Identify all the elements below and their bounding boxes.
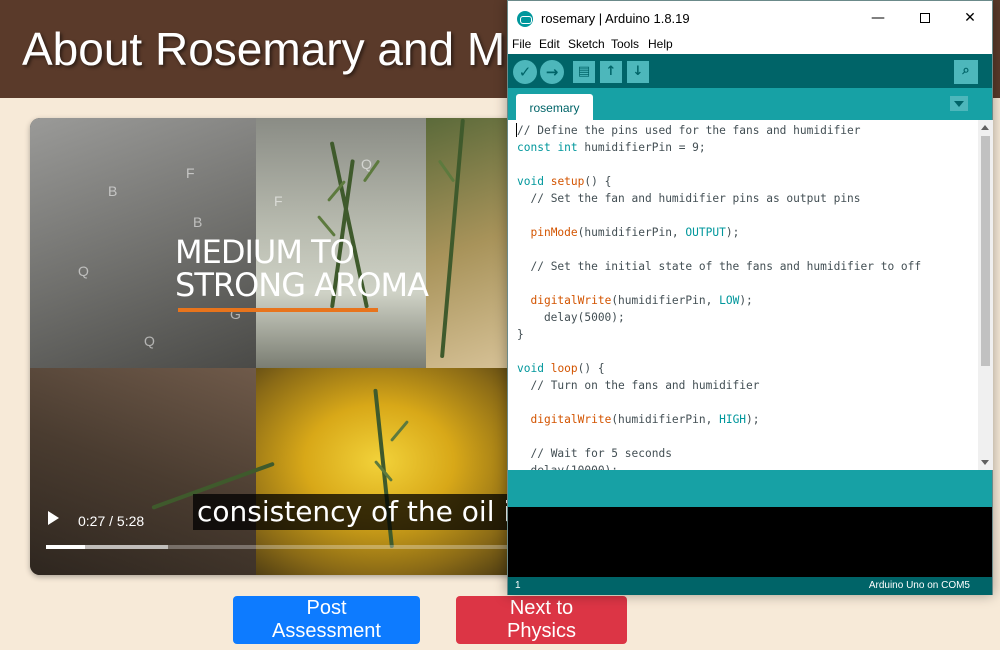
verify-icon[interactable]: ✓ <box>513 60 537 84</box>
maximize-button[interactable] <box>910 7 940 29</box>
code-line: digitalWrite(humidifierPin, HIGH); <box>530 413 760 426</box>
code-line: // Turn on the fans and humidifier <box>530 379 760 392</box>
console-output[interactable] <box>508 507 992 577</box>
arduino-logo-icon <box>517 11 533 27</box>
status-bar: 1 Arduino Uno on COM5 <box>508 577 992 595</box>
video-player[interactable]: B F F B Q Q G Q MEDIUM TO STRONG AROMA c… <box>30 118 530 575</box>
tab-menu-dropdown-icon[interactable] <box>950 96 968 111</box>
video-bg-letter: Q <box>78 263 89 279</box>
new-sketch-icon[interactable]: ▤ <box>573 61 595 83</box>
ide-toolbar: ✓ → ▤ ↑ ↓ ⌕ <box>508 54 992 88</box>
video-bg-letter: Q <box>361 156 372 172</box>
headline-underline <box>178 308 378 312</box>
save-sketch-icon[interactable]: ↓ <box>627 61 649 83</box>
upload-arrow-icon[interactable]: → <box>540 60 564 84</box>
video-bg-letter: F <box>274 193 283 209</box>
video-bg-letter: Q <box>144 333 155 349</box>
video-frame-tile <box>30 368 256 575</box>
serial-monitor-icon[interactable]: ⌕ <box>954 60 978 84</box>
code-line: const int humidifierPin = 9; <box>517 141 706 154</box>
next-to-physics-button[interactable]: Next to Physics <box>456 596 627 644</box>
open-sketch-icon[interactable]: ↑ <box>600 61 622 83</box>
arduino-ide-window[interactable]: rosemary | Arduino 1.8.19 — ✕ File Edit … <box>507 0 993 595</box>
menu-help[interactable]: Help <box>648 37 673 51</box>
code-line: // Define the pins used for the fans and… <box>517 124 861 137</box>
scroll-up-icon[interactable] <box>981 125 989 130</box>
code-line: // Set the initial state of the fans and… <box>530 260 922 273</box>
code-line: void loop() { <box>517 362 605 375</box>
code-line: // Wait for 5 seconds <box>530 447 672 460</box>
video-progress-bar[interactable] <box>46 545 516 549</box>
code-line: void setup() { <box>517 175 612 188</box>
editor-vertical-scrollbar[interactable] <box>978 120 993 470</box>
code-editor[interactable]: // Define the pins used for the fans and… <box>508 120 978 470</box>
minimize-button[interactable]: — <box>863 7 893 29</box>
scrollbar-thumb[interactable] <box>981 136 990 366</box>
page-title: About Rosemary and M <box>22 23 506 75</box>
menu-file[interactable]: File <box>512 37 531 51</box>
code-line: pinMode(humidifierPin, OUTPUT); <box>530 226 740 239</box>
menu-edit[interactable]: Edit <box>539 37 560 51</box>
code-line: digitalWrite(humidifierPin, LOW); <box>530 294 753 307</box>
tab-rosemary[interactable]: rosemary <box>516 94 593 120</box>
current-line-number: 1 <box>515 580 521 591</box>
post-assessment-button[interactable]: Post Assessment <box>233 596 420 644</box>
video-bg-letter: B <box>108 183 118 199</box>
code-line: // Set the fan and humidifier pins as ou… <box>530 192 861 205</box>
code-line: delay(10000); <box>517 462 618 470</box>
code-line: delay(5000); <box>517 311 625 324</box>
message-area <box>508 470 992 507</box>
video-bg-letter: B <box>193 214 203 230</box>
window-title: rosemary | Arduino 1.8.19 <box>541 11 690 26</box>
video-bg-letter: F <box>186 165 195 181</box>
maximize-icon <box>920 13 930 23</box>
close-button[interactable]: ✕ <box>955 7 985 29</box>
sketch-tab-bar: rosemary <box>508 88 992 120</box>
menu-tools[interactable]: Tools <box>611 37 639 51</box>
scroll-down-icon[interactable] <box>981 460 989 465</box>
window-titlebar[interactable]: rosemary | Arduino 1.8.19 — ✕ <box>508 1 992 35</box>
video-progress-fill <box>46 545 85 549</box>
video-headline: MEDIUM TO STRONG AROMA <box>175 233 429 304</box>
menu-sketch[interactable]: Sketch <box>568 37 605 51</box>
play-icon[interactable] <box>48 511 59 525</box>
code-line: } <box>517 328 524 341</box>
board-port-label: Arduino Uno on COM5 <box>868 580 970 591</box>
video-caption: consistency of the oil is <box>193 494 530 530</box>
menu-bar: File Edit Sketch Tools Help <box>508 35 992 54</box>
video-time: 0:27 / 5:28 <box>78 513 145 529</box>
